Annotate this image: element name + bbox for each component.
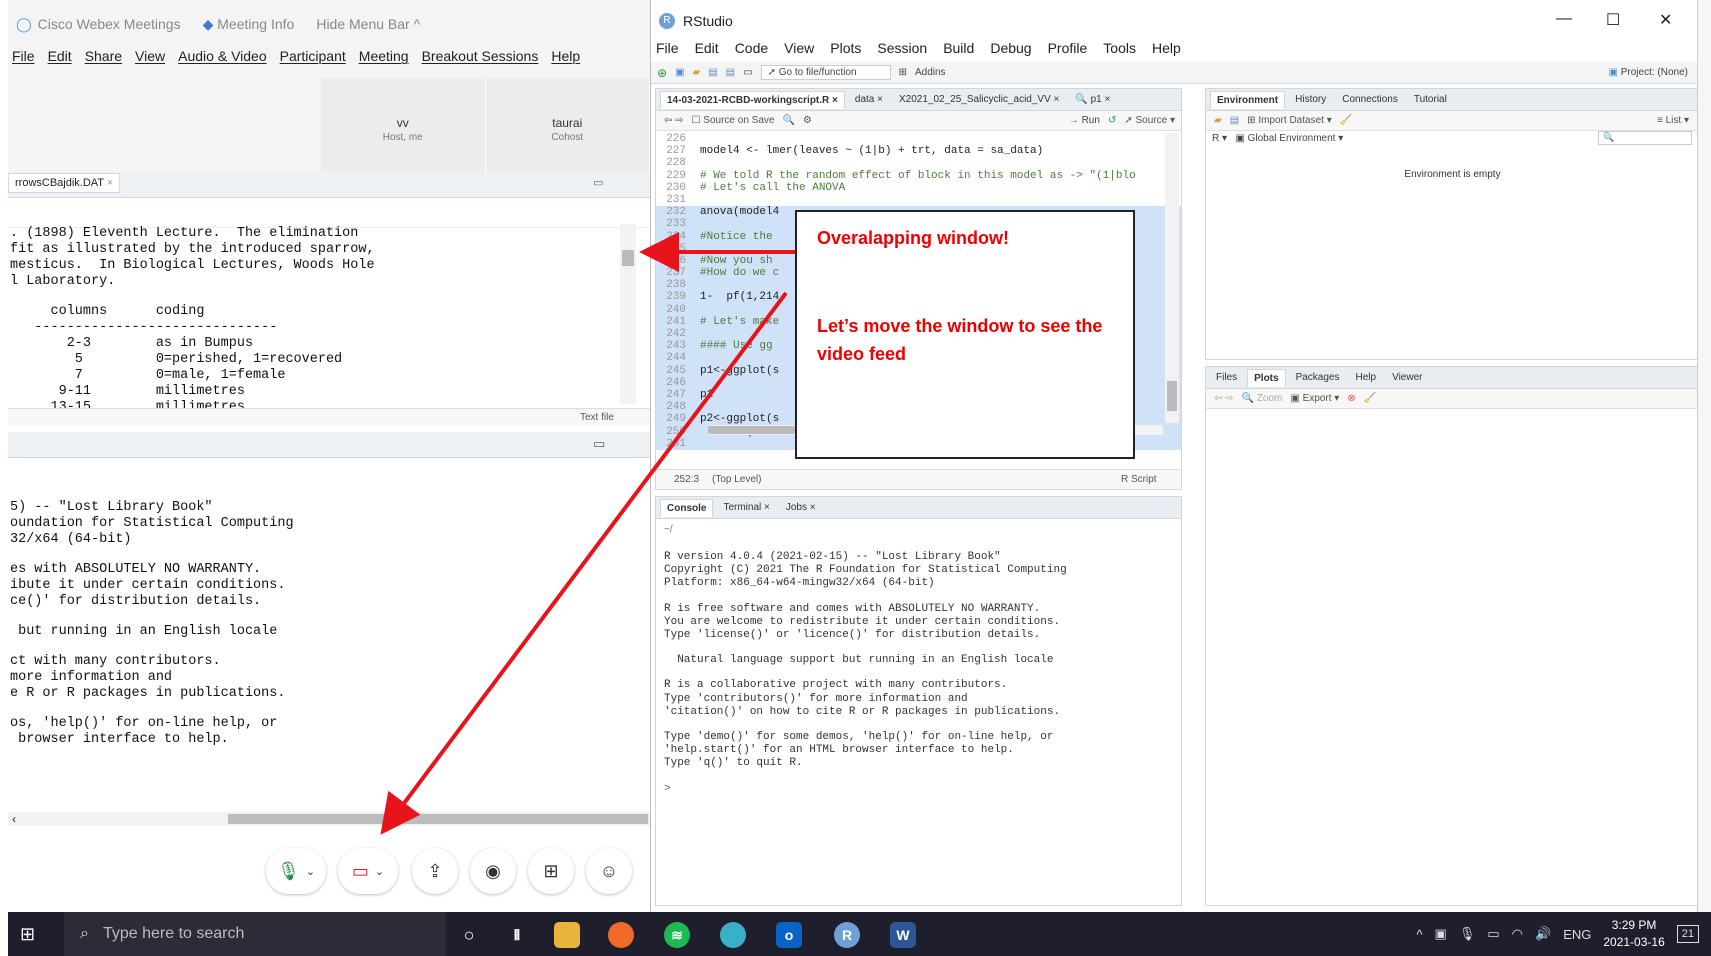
volume-icon[interactable]: 🔊 (1535, 926, 1551, 942)
system-tray: ^ ▣ 🎙 ▭ ◠ 🔊 ENG 3:29 PM 2021-03-16 21 (1416, 912, 1699, 956)
arrow-to-video-area (380, 291, 788, 835)
windows-start-icon[interactable]: ⊞ (20, 924, 35, 945)
wifi-icon[interactable]: ◠ (1512, 926, 1523, 942)
word-icon[interactable]: W (890, 922, 916, 948)
rstudio-taskbar-icon[interactable]: R (834, 922, 860, 948)
meet-now-icon[interactable]: ▣ (1435, 926, 1447, 942)
notification-button[interactable]: 21 (1676, 925, 1699, 943)
taskbar-clock[interactable]: 3:29 PM 2021-03-16 (1603, 917, 1664, 951)
task-view-icon[interactable]: ⫴ (504, 922, 530, 948)
webex-taskbar-icon[interactable] (720, 922, 746, 948)
clock-time: 3:29 PM (1611, 918, 1657, 932)
microphone-icon[interactable]: 🎙 (1459, 926, 1476, 942)
cortana-icon[interactable]: ○ (456, 922, 482, 948)
battery-icon[interactable]: ▭ (1487, 926, 1499, 942)
annotation-arrows (380, 232, 795, 835)
windows-taskbar: ⊞ ⌕ Type here to search ○ ⫴ ≋ o R W ^ ▣ … (8, 912, 1711, 956)
language-indicator[interactable]: ENG (1563, 927, 1591, 942)
file-explorer-icon[interactable] (554, 922, 580, 948)
search-icon: ⌕ (80, 925, 89, 942)
clock-date: 2021-03-16 (1603, 935, 1665, 949)
firefox-icon[interactable] (608, 922, 634, 948)
outlook-icon[interactable]: o (776, 922, 802, 948)
spotify-icon[interactable]: ≋ (664, 922, 690, 948)
chevron-up-icon[interactable]: ^ (1416, 927, 1422, 942)
taskbar-search-input[interactable]: ⌕ Type here to search (64, 912, 446, 956)
taskbar-search-placeholder: Type here to search (102, 925, 245, 942)
notification-count: 21 (1681, 928, 1694, 940)
